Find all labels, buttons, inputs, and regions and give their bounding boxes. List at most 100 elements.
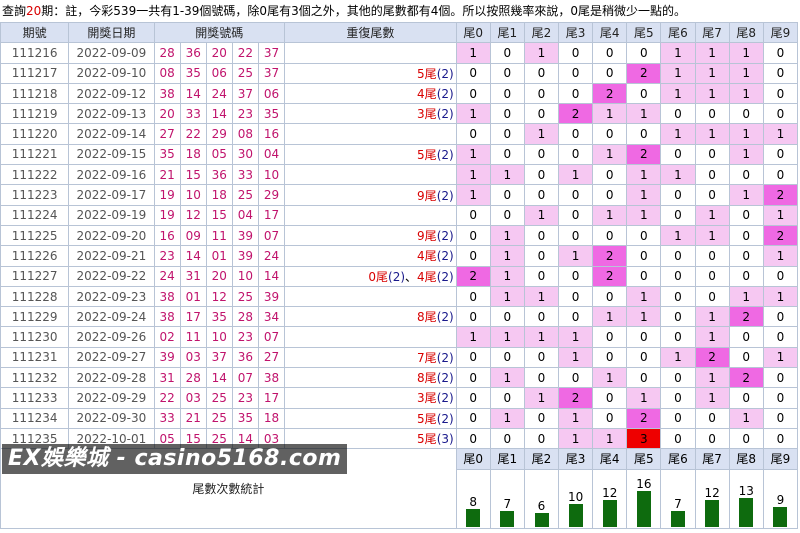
drawn-number: 38 [153, 82, 181, 105]
draw-number: 111233 [0, 387, 70, 409]
repeat-tails: 3尾(2) [284, 103, 457, 125]
tail-count-cell: 0 [455, 346, 491, 369]
draw-number: 111227 [0, 265, 70, 287]
tail-count-cell: 0 [660, 103, 696, 125]
draw-date: 2022-09-12 [68, 82, 155, 105]
header-tail-2: 尾2 [523, 21, 560, 44]
tail-count-cell: 0 [694, 265, 730, 287]
header-tail-4: 尾4 [592, 21, 628, 44]
drawn-number: 24 [153, 265, 181, 287]
drawn-number: 21 [153, 164, 181, 186]
repeat-tail-count: (2) [436, 310, 454, 325]
tail-count-cell: 2 [694, 346, 730, 369]
drawn-number: 31 [179, 265, 207, 287]
tail-count-cell: 1 [694, 367, 730, 389]
drawn-number: 17 [179, 306, 207, 328]
tail-count-cell: 2 [558, 103, 594, 125]
tail-count-cell: 0 [455, 387, 491, 409]
table-row: 111233 2022-09-29 22 03 25 23 17 3尾(2) 0 0 1 2 0 1 0 1 0… [0, 387, 799, 409]
tail-count-cell: 0 [592, 62, 628, 84]
table-row: 111224 2022-09-19 19 12 15 04 17 0 0 1 0 1 1 0 1 0 1 [0, 204, 799, 226]
tail-count-cell: 1 [660, 164, 696, 186]
repeat-tail-count: (2) [436, 350, 454, 365]
repeat-tail-label: 7尾 [417, 350, 437, 365]
tail-count-cell: 0 [660, 285, 696, 308]
tail-count-cell: 1 [660, 224, 696, 247]
draw-date: 2022-09-17 [68, 184, 155, 206]
tail-count-cell: 0 [694, 103, 730, 125]
tail-count-cell: 0 [728, 204, 764, 226]
tail-count-cell: 0 [558, 143, 594, 166]
repeat-tail-label: 5尾 [417, 147, 437, 162]
tail-count-cell: 0 [489, 103, 525, 125]
tail-count-cell: 1 [523, 123, 560, 145]
tail-count-cell: 1 [728, 184, 764, 206]
tail-count-cell: 0 [660, 407, 696, 429]
drawn-number: 33 [179, 103, 207, 125]
stats-bar-cell: 6 [523, 468, 560, 529]
tail-count-cell: 1 [728, 123, 764, 145]
tail-count-cell: 0 [728, 326, 764, 348]
tail-count-cell: 1 [558, 245, 594, 267]
drawn-number: 07 [231, 367, 259, 389]
repeat-tail-label: 3尾 [417, 391, 437, 406]
tail-count-cell: 0 [489, 427, 525, 450]
drawn-number: 27 [153, 123, 181, 145]
repeat-tails: 0尾(2)、4尾(2) [284, 265, 457, 287]
drawn-number: 33 [231, 164, 259, 186]
tail-count-cell: 2 [728, 367, 764, 389]
tail-count-cell: 1 [694, 224, 730, 247]
tail-count-cell: 1 [592, 143, 628, 166]
drawn-number: 04 [257, 143, 286, 166]
tail-count-cell: 0 [558, 62, 594, 84]
table-row: 111218 2022-09-12 38 14 24 37 06 4尾(2) 0 0 0 0 2 0 1 1 1… [0, 82, 799, 105]
draw-date: 2022-09-16 [68, 164, 155, 186]
table-row: 111223 2022-09-17 19 10 18 25 29 9尾(2) 1 0 0 0 0 1 0 0 1… [0, 184, 799, 206]
tail-count-cell: 0 [762, 407, 799, 429]
tail-count-cell: 1 [523, 42, 560, 64]
tail-count-cell: 0 [694, 245, 730, 267]
tail-count-cell: 0 [660, 306, 696, 328]
stats-header-tail-4: 尾4 [592, 448, 628, 470]
drawn-number: 01 [205, 245, 233, 267]
tail-count-cell: 2 [626, 143, 662, 166]
table-row: 111217 2022-09-10 08 35 06 25 37 5尾(2) 0 0 0 0 0 2 1 1 1… [0, 62, 799, 84]
stats-header-tail-6: 尾6 [660, 448, 696, 470]
drawn-number: 21 [179, 407, 207, 429]
repeat-tails [284, 42, 457, 64]
stats-count-bar [602, 499, 617, 527]
caption-count: 20 [26, 4, 42, 18]
table-header-row: 期號 開獎日期 開獎號碼 重復尾數 尾0 尾1 尾2 尾3 尾4 尾5 尾6 尾7 尾8 尾9 [0, 21, 799, 44]
drawn-number: 23 [231, 387, 259, 409]
drawn-number: 14 [205, 367, 233, 389]
tail-count-cell: 0 [762, 387, 799, 409]
draw-number: 111224 [0, 204, 70, 226]
tail-count-cell: 1 [523, 204, 560, 226]
draw-date: 2022-09-15 [68, 143, 155, 166]
tail-count-cell: 0 [626, 346, 662, 369]
tail-count-cell: 1 [694, 82, 730, 105]
stats-bar-cell: 7 [660, 468, 696, 529]
stats-bar-wrap: 7 [662, 470, 694, 527]
tail-count-cell: 1 [489, 407, 525, 429]
table-row: 111219 2022-09-13 20 33 14 23 35 3尾(2) 1 0 0 2 1 1 0 0 0… [0, 103, 799, 125]
stats-bar-wrap: 12 [696, 470, 728, 527]
drawn-number: 38 [257, 367, 286, 389]
repeat-tail-label: 4尾 [417, 249, 437, 264]
drawn-number: 20 [153, 103, 181, 125]
drawn-number: 03 [179, 387, 207, 409]
repeat-tail-count: (2) [436, 249, 454, 264]
stats-count-label: 10 [567, 489, 584, 504]
drawn-number: 10 [257, 164, 286, 186]
header-numbers: 開獎號碼 [153, 21, 286, 44]
tail-count-cell: 0 [558, 285, 594, 308]
stats-bar-wrap: 7 [491, 470, 523, 527]
tail-count-cell: 1 [489, 285, 525, 308]
draw-number: 111225 [0, 224, 70, 247]
draw-date: 2022-09-21 [68, 245, 155, 267]
repeat-tail-count: (2) [436, 269, 454, 284]
tail-count-cell: 1 [694, 387, 730, 409]
repeat-tail-count: (2) [436, 188, 454, 203]
draw-number: 111220 [0, 123, 70, 145]
table-row: 111227 2022-09-22 24 31 20 10 14 0尾(2)、4尾(2) 2 1 0… [0, 265, 799, 287]
